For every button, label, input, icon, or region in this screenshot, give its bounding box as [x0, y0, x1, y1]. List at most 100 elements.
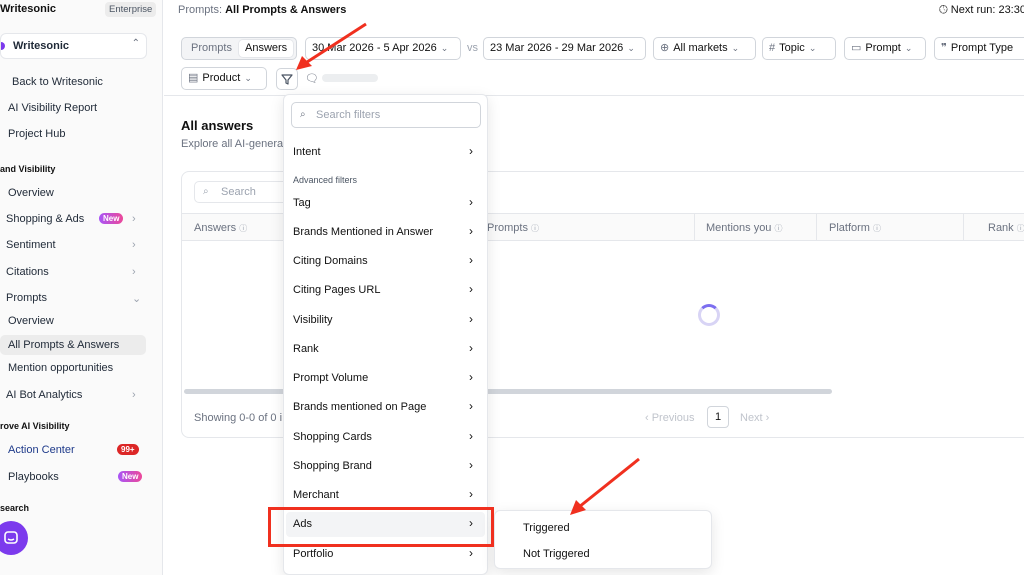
chevron-down-icon: ⌄	[808, 43, 817, 53]
sidebar: Writesonic Enterprise Writesonic ⌃ Back …	[0, 0, 163, 575]
markets-filter[interactable]: ⊕ All markets ⌄	[653, 37, 756, 60]
filter-option-label: Portfolio	[293, 548, 334, 560]
previous-page-button[interactable]: ‹ Previous	[645, 412, 695, 424]
chevron-updown-icon: ⌃	[131, 38, 140, 49]
info-icon: ⓘ	[774, 224, 783, 233]
sidebar-item-project-hub[interactable]: Project Hub	[0, 124, 146, 144]
prompt-label: Prompt	[865, 42, 901, 54]
globe-icon: ⊕	[660, 42, 670, 54]
hash-icon: #	[769, 42, 776, 54]
sidebar-item-label: Overview	[8, 187, 54, 199]
vs-label: vs	[467, 42, 478, 54]
filter-option-label: Brands mentioned on Page	[293, 401, 427, 413]
filter-option-intent[interactable]: Intent ›	[286, 140, 485, 165]
chevron-right-icon: ›	[132, 239, 136, 251]
filter-option-rank[interactable]: Rank ›	[286, 337, 485, 362]
workspace-selector[interactable]: Writesonic ⌃	[0, 33, 147, 59]
message-icon: ▭	[851, 42, 862, 54]
table-search-placeholder: Search	[221, 186, 256, 198]
column-header-prompts[interactable]: Prompts ⓘ	[487, 222, 539, 234]
sidebar-item-label: All Prompts & Answers	[8, 339, 120, 351]
toggle-answers[interactable]: Answers	[239, 40, 294, 57]
product-filter[interactable]: ▤ Product ⌄	[181, 67, 267, 90]
filter-option-shopping-cards[interactable]: Shopping Cards ›	[286, 425, 485, 450]
chevron-right-icon: ›	[469, 370, 473, 384]
new-badge: New	[118, 471, 143, 482]
sidebar-item-overview[interactable]: Overview	[0, 183, 146, 203]
sidebar-item-shopping-ads[interactable]: Shopping & Ads New ›	[0, 209, 146, 229]
loading-placeholder	[322, 74, 378, 82]
view-toggle: Prompts Answers	[181, 37, 297, 60]
chevron-right-icon: ›	[469, 546, 473, 560]
breadcrumb-prefix: Prompts:	[178, 4, 223, 16]
sidebar-item-all-prompts-answers[interactable]: All Prompts & Answers	[0, 335, 146, 355]
filter-dropdown-menu: ⌕ Search filters Intent › Advanced filte…	[283, 94, 488, 575]
prompt-filter[interactable]: ▭ Prompt ⌄	[844, 37, 926, 60]
page-title: All answers	[181, 118, 254, 133]
column-header-rank[interactable]: Rank ⓘ	[988, 222, 1024, 234]
sidebar-item-sentiment[interactable]: Sentiment ›	[0, 235, 146, 255]
filter-option-label: Brands Mentioned in Answer	[293, 226, 434, 238]
horizontal-scrollbar[interactable]	[184, 389, 832, 394]
sidebar-item-action-center[interactable]: Action Center 99+	[0, 440, 146, 460]
column-header-label: Rank	[988, 222, 1014, 234]
filter-option-label: Shopping Cards	[293, 431, 372, 443]
breadcrumb-current: All Prompts & Answers	[225, 4, 347, 16]
sidebar-item-playbooks[interactable]: Playbooks New	[0, 467, 146, 487]
filter-option-merchant[interactable]: Merchant ›	[286, 483, 485, 508]
sidebar-item-report[interactable]: AI Visibility Report	[0, 98, 146, 118]
topbar: Prompts: All Prompts & Answers 🕓︎ Next r…	[164, 0, 1024, 22]
sidebar-item-ai-bot-analytics[interactable]: AI Bot Analytics ›	[0, 385, 146, 405]
filter-option-citing-domains[interactable]: Citing Domains ›	[286, 249, 485, 274]
date-range-compare[interactable]: 23 Mar 2026 - 29 Mar 2026 ⌄	[483, 37, 646, 60]
chevron-right-icon: ›	[469, 312, 473, 326]
topic-filter[interactable]: # Topic ⌄	[762, 37, 836, 60]
column-header-platform[interactable]: Platform ⓘ	[829, 222, 881, 234]
date-range-compare-text: 23 Mar 2026 - 29 Mar 2026	[490, 42, 624, 54]
chat-launcher-button[interactable]	[0, 521, 28, 555]
filter-option-visibility[interactable]: Visibility ›	[286, 308, 485, 333]
chevron-down-icon: ⌄	[731, 43, 740, 53]
column-header-label: Platform	[829, 222, 870, 234]
filter-option-label: Citing Domains	[293, 255, 368, 267]
chevron-down-icon: ⌄	[440, 43, 449, 53]
sidebar-section-research: search	[0, 503, 30, 513]
sidebar-item-prompts-overview[interactable]: Overview	[0, 311, 146, 331]
chevron-right-icon: ›	[469, 341, 473, 355]
page-subtitle: Explore all AI-generat	[181, 138, 287, 150]
submenu-option-not-triggered[interactable]: Not Triggered	[523, 548, 590, 560]
search-icon: ⌕	[203, 186, 209, 197]
filter-search-input[interactable]: ⌕ Search filters	[291, 102, 481, 128]
prompt-type-label: Prompt Type	[950, 42, 1014, 54]
filter-option-label: Rank	[293, 343, 319, 355]
chevron-down-icon: ⌄	[627, 43, 635, 53]
column-header-answers[interactable]: Answers ⓘ	[194, 222, 247, 234]
filter-option-citing-pages-url[interactable]: Citing Pages URL ›	[286, 278, 485, 303]
new-badge: New	[99, 213, 124, 224]
sidebar-item-back[interactable]: Back to Writesonic	[0, 72, 146, 92]
submenu-option-triggered[interactable]: Triggered	[523, 522, 570, 534]
filter-option-brands-mentioned-answer[interactable]: Brands Mentioned in Answer ›	[286, 220, 485, 245]
prompt-type-filter[interactable]: ❞ Prompt Type	[934, 37, 1024, 60]
workspace-color-dot	[1, 42, 5, 50]
toggle-prompts[interactable]: Prompts	[185, 40, 238, 57]
filter-option-shopping-brand[interactable]: Shopping Brand ›	[286, 454, 485, 479]
sidebar-item-mention-opportunities[interactable]: Mention opportunities	[0, 358, 146, 378]
sidebar-item-citations[interactable]: Citations ›	[0, 262, 146, 282]
chevron-right-icon: ›	[469, 487, 473, 501]
loading-spinner	[698, 304, 720, 326]
column-header-label: Answers	[194, 222, 237, 234]
annotation-arrow-icon	[296, 22, 367, 70]
page-number-button[interactable]: 1	[707, 406, 729, 428]
next-page-button[interactable]: Next ›	[740, 412, 769, 424]
column-header-mentions-you[interactable]: Mentions you ⓘ	[706, 222, 783, 234]
chevron-right-icon: ›	[132, 266, 136, 278]
sidebar-item-prompts[interactable]: Prompts ⌄	[0, 288, 146, 308]
sidebar-item-label: Action Center	[8, 444, 75, 456]
filter-option-prompt-volume[interactable]: Prompt Volume ›	[286, 366, 485, 391]
sidebar-section-brand-visibility: and Visibility	[0, 164, 56, 174]
filter-option-brands-mentioned-page[interactable]: Brands mentioned on Page ›	[286, 395, 485, 420]
column-divider	[816, 214, 817, 240]
chevron-down-icon: ⌄	[244, 73, 252, 83]
filter-option-tag[interactable]: Tag ›	[286, 191, 485, 216]
